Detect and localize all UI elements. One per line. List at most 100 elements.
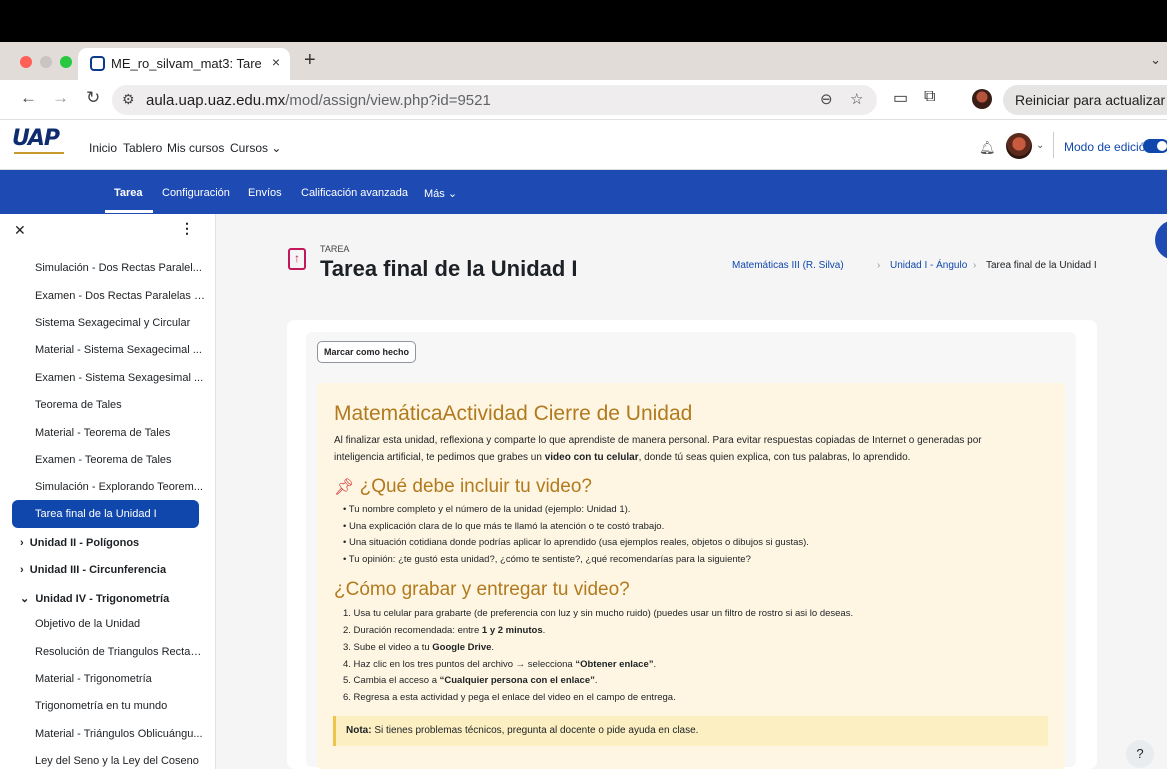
zoom-icon[interactable]: ⊖ (820, 90, 833, 108)
edit-mode-label: Modo de edición (1064, 140, 1153, 154)
restart-to-update-button[interactable]: Reiniciar para actualizar ⋮ (1003, 85, 1167, 115)
back-icon[interactable]: ← (20, 88, 37, 108)
breadcrumb-separator-icon: › (877, 260, 881, 271)
assignment-icon: ↑ (288, 248, 306, 270)
section-unidad-iv[interactable]: ⌄ Unidad IV - Trigonometría (20, 592, 169, 605)
course-index-item[interactable]: Examen - Teorema de Tales (35, 454, 205, 466)
section-label: Unidad IV - Trigonometría (35, 593, 170, 605)
course-index-item[interactable]: Trigonometría en tu mundo (35, 700, 205, 712)
tab-search-button[interactable]: ⌄ (1150, 52, 1161, 68)
include-heading: 📌︎ ¿Qué debe incluir tu video? (334, 476, 592, 498)
course-index-item[interactable]: Material - Trigonometría (35, 673, 205, 685)
logo-underline (14, 152, 64, 160)
course-index-item[interactable]: Examen - Dos Rectas Paralelas y... (35, 290, 205, 302)
course-index-item[interactable]: Objetivo de la Unidad (35, 618, 205, 630)
tab-title: ME_ro_silvam_mat3: Tarea fi (111, 56, 261, 71)
reload-icon[interactable]: ↻ (86, 88, 100, 108)
tab-calificacion-avanzada[interactable]: Calificación avanzada (301, 187, 408, 199)
breadcrumb-section[interactable]: Unidad I - Ángulo (890, 260, 967, 271)
nav-cursos[interactable]: Cursos ⌄ (230, 141, 281, 155)
step-text: 5. Cambia el acceso a (343, 675, 440, 686)
step-text: . (594, 675, 598, 686)
list-item: • Una situación cotidiana donde podrías … (343, 537, 809, 548)
nav-cursos-label: Cursos (230, 141, 269, 155)
url-text[interactable]: aula.uap.uaz.edu.mx/mod/assign/view.php?… (146, 92, 491, 109)
course-index-item[interactable]: Material - Teorema de Tales (35, 427, 205, 439)
list-item-text: Tu opinión: ¿te gustó esta unidad?, ¿cóm… (348, 554, 751, 565)
address-bar[interactable]: ⚙ aula.uap.uaz.edu.mx/mod/assign/view.ph… (112, 85, 877, 115)
user-avatar[interactable] (1006, 133, 1032, 159)
chevron-down-icon: ⌄ (271, 141, 282, 155)
forward-icon[interactable]: → (52, 88, 69, 108)
list-item-text: Una explicación clara de lo que más te l… (348, 521, 665, 532)
step-emphasis: “Cualquier persona con el enlace” (439, 675, 595, 686)
course-index-item[interactable]: Simulación - Dos Rectas Paralel... (35, 262, 205, 274)
section-unidad-iii[interactable]: › Unidad III - Circunferencia (20, 564, 166, 576)
tab-mas-label: Más (424, 188, 445, 200)
breadcrumb-current: Tarea final de la Unidad I (986, 260, 1097, 271)
restart-label: Reiniciar para actualizar (1015, 92, 1166, 108)
chevron-right-icon: › (20, 564, 24, 576)
list-item: • Tu nombre completo y el número de la u… (343, 504, 631, 515)
note-callout: Nota: Si tienes problemas técnicos, preg… (333, 716, 1048, 746)
extensions-icon[interactable]: ⧉ (924, 88, 935, 106)
tab-tarea[interactable]: Tarea (114, 187, 143, 199)
site-settings-icon[interactable]: ⚙ (122, 91, 135, 108)
course-index-item[interactable]: Examen - Sistema Sexagesimal ... (35, 372, 205, 384)
list-item-text: Tu nombre completo y el número de la uni… (348, 504, 631, 515)
reading-mode-icon[interactable]: ▭ (893, 88, 908, 108)
bookmark-star-icon[interactable]: ☆ (850, 90, 863, 108)
browser-tab[interactable]: ME_ro_silvam_mat3: Tarea fi × (78, 48, 290, 80)
course-index-item[interactable]: Ley del Seno y la Ley del Coseno (35, 755, 205, 767)
window-minimize-dot[interactable] (40, 56, 52, 68)
top-black-bar (0, 0, 1167, 42)
profile-avatar-icon[interactable] (972, 89, 992, 109)
activity-heading: MatemáticaActividad Cierre de Unidad (334, 402, 693, 425)
course-index-item[interactable]: Simulación - Explorando Teorem... (35, 481, 205, 493)
activity-type-label: TAREA (320, 244, 350, 254)
tab-close-icon[interactable]: × (272, 54, 280, 70)
tab-configuracion[interactable]: Configuración (162, 187, 230, 199)
course-index-item[interactable]: Sistema Sexagecimal y Circular (35, 317, 205, 329)
section-label: Unidad III - Circunferencia (29, 564, 167, 576)
section-unidad-ii[interactable]: › Unidad II - Polígonos (20, 537, 139, 549)
help-button[interactable]: ? (1126, 740, 1154, 768)
note-label: Nota: (346, 725, 372, 736)
list-item: • Una explicación clara de lo que más te… (343, 521, 665, 532)
uap-logo[interactable]: UAP (12, 126, 66, 164)
step-text: . (542, 625, 546, 636)
window-zoom-dot[interactable] (60, 56, 72, 68)
step-item: 2. Duración recomendada: entre 1 y 2 min… (343, 625, 545, 636)
chevron-right-icon: › (20, 537, 24, 549)
page-title: Tarea final de la Unidad I (320, 256, 578, 281)
step-emphasis: 1 y 2 minutos (481, 625, 543, 636)
tab-envios[interactable]: Envíos (248, 187, 282, 199)
course-index-item[interactable]: Teorema de Tales (35, 399, 205, 411)
tab-mas[interactable]: Más ⌄ (424, 187, 457, 200)
drawer-options-icon[interactable]: ⋮ (180, 220, 194, 237)
nav-mis-cursos[interactable]: Mis cursos (167, 141, 224, 155)
step-text: . (653, 659, 657, 670)
course-index-item[interactable]: Material - Sistema Sexagecimal ... (35, 344, 205, 356)
mark-as-done-button[interactable]: Marcar como hecho (317, 341, 417, 363)
new-tab-button[interactable]: + (304, 49, 316, 72)
open-block-drawer-button[interactable] (1155, 220, 1167, 260)
edit-mode-toggle[interactable] (1143, 139, 1167, 153)
close-drawer-icon[interactable]: ✕ (14, 222, 26, 239)
step-text: 3. Sube el video a tu (343, 642, 433, 653)
breadcrumb-course[interactable]: Matemáticas III (R. Silva) (732, 260, 844, 271)
user-menu-chevron-icon[interactable]: ⌄ (1036, 140, 1044, 151)
logo-text: UAP (12, 126, 60, 151)
include-heading-text: ¿Qué debe incluir tu video? (359, 476, 592, 497)
active-tab-underline (105, 210, 153, 213)
breadcrumb-separator-icon: › (973, 260, 977, 271)
course-index-item[interactable]: Material - Triángulos Oblicuángu... (35, 728, 205, 740)
nav-inicio[interactable]: Inicio (89, 141, 117, 155)
window-close-dot[interactable] (20, 56, 32, 68)
url-host: aula.uap.uaz.edu.mx (146, 92, 286, 109)
course-index-item[interactable]: Resolución de Triangulos Rectan... (35, 646, 205, 658)
step-item: 5. Cambia el acceso a “Cualquier persona… (343, 675, 598, 686)
notification-bell-icon[interactable]: 🔔︎ (979, 140, 996, 156)
list-item: • Tu opinión: ¿te gustó esta unidad?, ¿c… (343, 554, 751, 565)
nav-tablero[interactable]: Tablero (123, 141, 162, 155)
